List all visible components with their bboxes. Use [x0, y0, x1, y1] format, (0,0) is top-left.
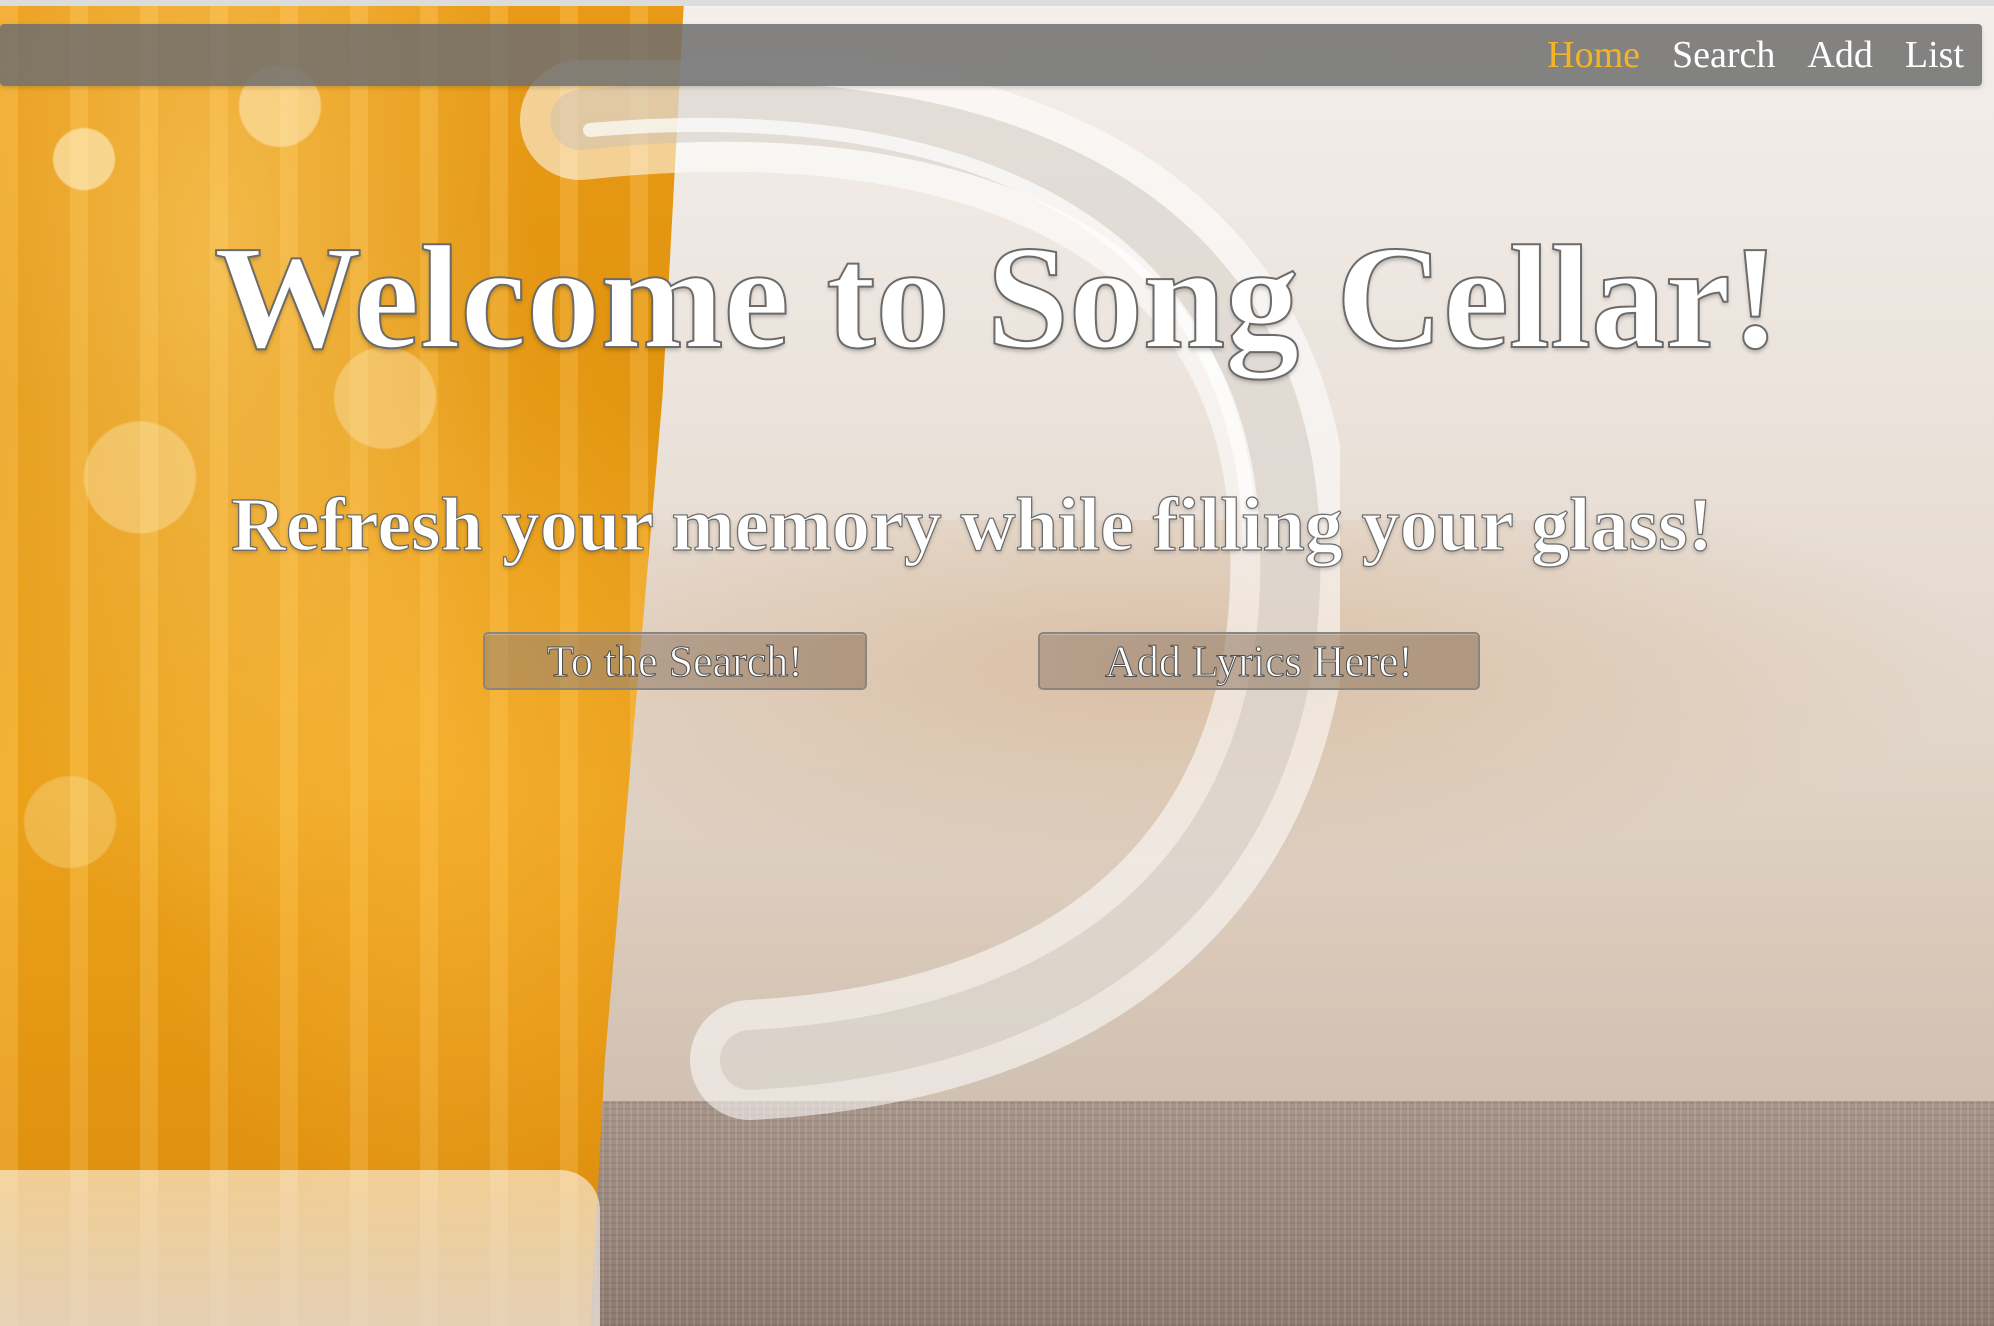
- glass-base: [0, 1170, 600, 1326]
- top-strip: [0, 0, 1994, 6]
- top-navbar: Home Search Add List: [0, 24, 1982, 86]
- nav-home-link[interactable]: Home: [1547, 33, 1640, 77]
- to-search-button[interactable]: To the Search!: [483, 632, 867, 690]
- beer-mug-background: [0, 0, 1994, 1326]
- nav-links: Home Search Add List: [1547, 24, 1964, 86]
- add-lyrics-button[interactable]: Add Lyrics Here!: [1038, 632, 1480, 690]
- home-page: Home Search Add List Welcome to Song Cel…: [0, 0, 1994, 1326]
- nav-search-link[interactable]: Search: [1672, 33, 1775, 77]
- nav-list-link[interactable]: List: [1905, 33, 1964, 77]
- hero-subtitle: Refresh your memory while filling your g…: [230, 482, 1713, 567]
- nav-add-link[interactable]: Add: [1807, 33, 1872, 77]
- hero-title: Welcome to Song Cellar!: [213, 216, 1781, 380]
